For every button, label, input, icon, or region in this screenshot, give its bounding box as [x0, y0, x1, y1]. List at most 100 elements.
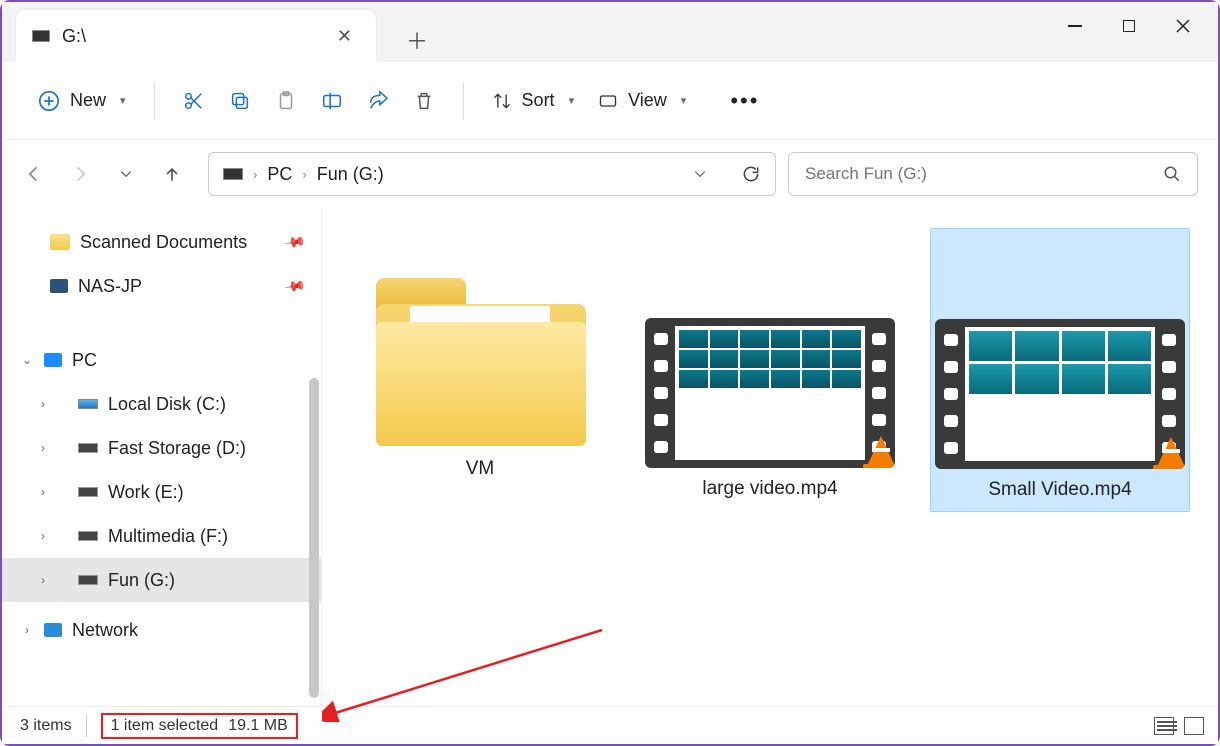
scissors-icon	[183, 90, 205, 112]
sort-label: Sort	[522, 90, 555, 111]
copy-button[interactable]	[217, 82, 263, 120]
sidebar-item-drive-e[interactable]: › Work (E:)	[2, 470, 321, 514]
refresh-button[interactable]	[741, 164, 761, 184]
view-button[interactable]: View ▾	[586, 82, 698, 119]
vlc-cone-icon	[863, 436, 895, 468]
sidebar-item-drive-d[interactable]: › Fast Storage (D:)	[2, 426, 321, 470]
chevron-down-icon: ▾	[681, 94, 687, 107]
rename-icon	[321, 90, 343, 112]
sidebar-label: Local Disk (C:)	[108, 394, 226, 415]
chevron-right-icon[interactable]: ›	[36, 441, 50, 455]
sidebar-item-drive-g[interactable]: › Fun (G:)	[2, 558, 321, 602]
sidebar-label: Fun (G:)	[108, 570, 175, 591]
trash-icon	[413, 90, 435, 112]
sidebar-item-network[interactable]: › Network	[2, 608, 321, 652]
drive-icon	[32, 30, 50, 42]
new-button[interactable]: New ▾	[26, 82, 138, 120]
sidebar-label: Fast Storage (D:)	[108, 438, 246, 459]
sidebar-label: Network	[72, 620, 138, 641]
sidebar-item-drive-c[interactable]: › Local Disk (C:)	[2, 382, 321, 426]
file-item-video-selected[interactable]: Small Video.mp4	[930, 228, 1190, 512]
file-label: large video.mp4	[702, 478, 837, 500]
close-window-button[interactable]	[1156, 6, 1210, 46]
drive-icon	[223, 168, 243, 180]
sidebar: Scanned Documents 📌 NAS-JP 📌 ⌄ PC › Loca…	[2, 208, 322, 706]
icons-view-button[interactable]	[1184, 717, 1204, 735]
sidebar-item-nas[interactable]: NAS-JP 📌	[2, 264, 321, 308]
drive-icon	[78, 487, 98, 497]
video-thumbnail	[935, 319, 1185, 469]
address-dropdown[interactable]	[693, 167, 707, 181]
paste-button[interactable]	[263, 82, 309, 120]
cut-button[interactable]	[171, 82, 217, 120]
view-icon	[598, 91, 618, 111]
folder-icon	[50, 234, 70, 250]
new-label: New	[70, 90, 106, 111]
search-icon[interactable]	[1163, 165, 1181, 183]
sidebar-label: Work (E:)	[108, 482, 184, 503]
file-item-folder[interactable]: VM	[350, 228, 610, 490]
view-label: View	[628, 90, 667, 111]
chevron-down-icon[interactable]: ⌄	[20, 353, 34, 367]
sidebar-item-scanned-docs[interactable]: Scanned Documents 📌	[2, 220, 321, 264]
navbar: › PC › Fun (G:)	[2, 140, 1218, 208]
delete-button[interactable]	[401, 82, 447, 120]
status-selected: 1 item selected	[111, 717, 219, 735]
breadcrumb-sep: ›	[253, 167, 257, 182]
drive-icon	[78, 399, 98, 409]
back-button[interactable]	[22, 162, 46, 186]
ellipsis-icon: •••	[730, 88, 759, 114]
sort-button[interactable]: Sort ▾	[480, 82, 587, 119]
chevron-right-icon[interactable]: ›	[36, 397, 50, 411]
scrollbar[interactable]	[309, 378, 319, 698]
video-thumbnail	[645, 318, 895, 468]
tab-current[interactable]: G:\ ✕	[16, 10, 376, 62]
drive-icon	[78, 575, 98, 585]
new-tab-button[interactable]: ＋	[396, 20, 438, 60]
sidebar-label: PC	[72, 350, 97, 371]
close-tab-button[interactable]: ✕	[329, 22, 360, 51]
file-label: VM	[466, 458, 495, 480]
chevron-down-icon: ▾	[569, 94, 575, 107]
breadcrumb-pc[interactable]: PC	[267, 164, 292, 185]
breadcrumb-current[interactable]: Fun (G:)	[317, 164, 384, 185]
minimize-button[interactable]	[1048, 6, 1102, 46]
status-size: 19.1 MB	[228, 717, 288, 735]
chevron-right-icon[interactable]: ›	[36, 573, 50, 587]
file-label: Small Video.mp4	[988, 479, 1131, 501]
up-button[interactable]	[160, 162, 184, 186]
sidebar-item-drive-f[interactable]: › Multimedia (F:)	[2, 514, 321, 558]
search-bar[interactable]	[788, 152, 1198, 196]
share-button[interactable]	[355, 82, 401, 120]
monitor-icon	[50, 279, 68, 293]
file-item-video[interactable]: large video.mp4	[640, 228, 900, 510]
details-view-button[interactable]	[1154, 717, 1174, 735]
more-button[interactable]: •••	[718, 80, 771, 122]
sidebar-label: Multimedia (F:)	[108, 526, 228, 547]
drive-icon	[78, 531, 98, 541]
maximize-button[interactable]	[1102, 6, 1156, 46]
rename-button[interactable]	[309, 82, 355, 120]
annotation-highlight: 1 item selected 19.1 MB	[101, 713, 298, 739]
status-bar: 3 items 1 item selected 19.1 MB	[2, 706, 1218, 744]
sort-icon	[492, 91, 512, 111]
share-icon	[367, 90, 389, 112]
toolbar: New ▾ Sort ▾ View ▾ •••	[2, 62, 1218, 140]
search-input[interactable]	[805, 164, 1163, 184]
clipboard-icon	[275, 90, 297, 112]
sidebar-item-pc[interactable]: ⌄ PC	[2, 338, 321, 382]
pin-icon: 📌	[282, 274, 306, 298]
chevron-down-icon: ▾	[120, 94, 126, 107]
file-content: VM large video.mp4 Small Video.mp4	[322, 208, 1218, 706]
drive-icon	[78, 443, 98, 453]
pin-icon: 📌	[282, 230, 306, 254]
sidebar-label: Scanned Documents	[80, 232, 247, 253]
chevron-right-icon[interactable]: ›	[36, 529, 50, 543]
address-bar[interactable]: › PC › Fun (G:)	[208, 152, 776, 196]
chevron-right-icon[interactable]: ›	[20, 623, 34, 637]
forward-button[interactable]	[68, 162, 92, 186]
chevron-right-icon[interactable]: ›	[36, 485, 50, 499]
recent-button[interactable]	[114, 162, 138, 186]
vlc-cone-icon	[1153, 437, 1185, 469]
copy-icon	[229, 90, 251, 112]
